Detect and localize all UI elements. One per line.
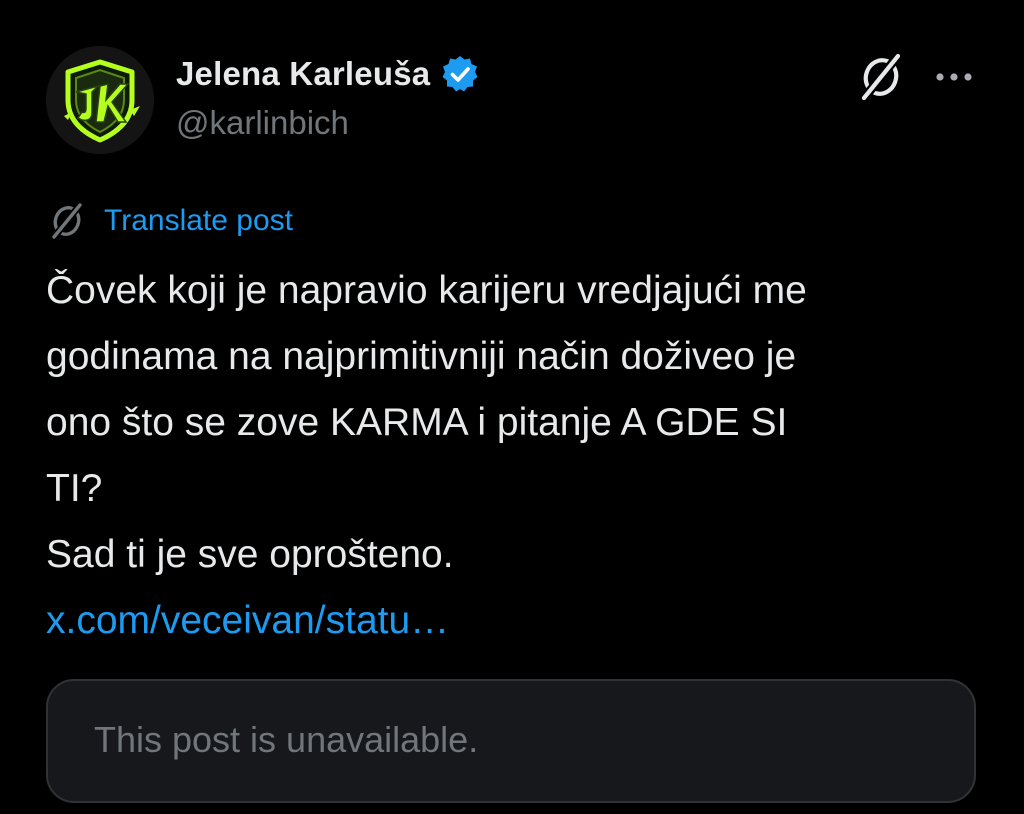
jk-logo-shield-icon <box>46 46 154 154</box>
post-text: Čovek koji je napravio karijeru vredjaju… <box>46 258 976 588</box>
post-text-line: ono što se zove KARMA i pitanje A GDE SI <box>46 401 788 444</box>
author-name-row[interactable]: Jelena Karleuša <box>176 52 480 96</box>
verified-badge-icon[interactable] <box>440 54 480 94</box>
post-text-line: Čovek koji je napravio karijeru vredjaju… <box>46 269 807 312</box>
post-header: Jelena Karleuša @karlinbich <box>46 46 986 156</box>
translate-post-button[interactable]: Translate post <box>46 198 293 244</box>
quoted-post-unavailable-text: This post is unavailable. <box>94 719 479 760</box>
more-dots-icon[interactable] <box>924 52 984 102</box>
author-handle[interactable]: @karlinbich <box>176 104 349 142</box>
post-text-line: godinama na najprimitivniji način dožive… <box>46 335 797 378</box>
grok-icon[interactable] <box>854 50 908 104</box>
quoted-post-card[interactable]: This post is unavailable. <box>46 679 976 803</box>
translate-post-label[interactable]: Translate post <box>104 204 293 238</box>
post-text-line: TI? <box>46 467 103 510</box>
post-text-line: Sad ti je sve oprošteno. <box>46 533 454 576</box>
grok-icon <box>46 200 88 242</box>
post-link[interactable]: x.com/veceivan/statu… <box>46 588 449 654</box>
avatar[interactable] <box>46 46 154 154</box>
author-display-name[interactable]: Jelena Karleuša <box>176 55 430 93</box>
